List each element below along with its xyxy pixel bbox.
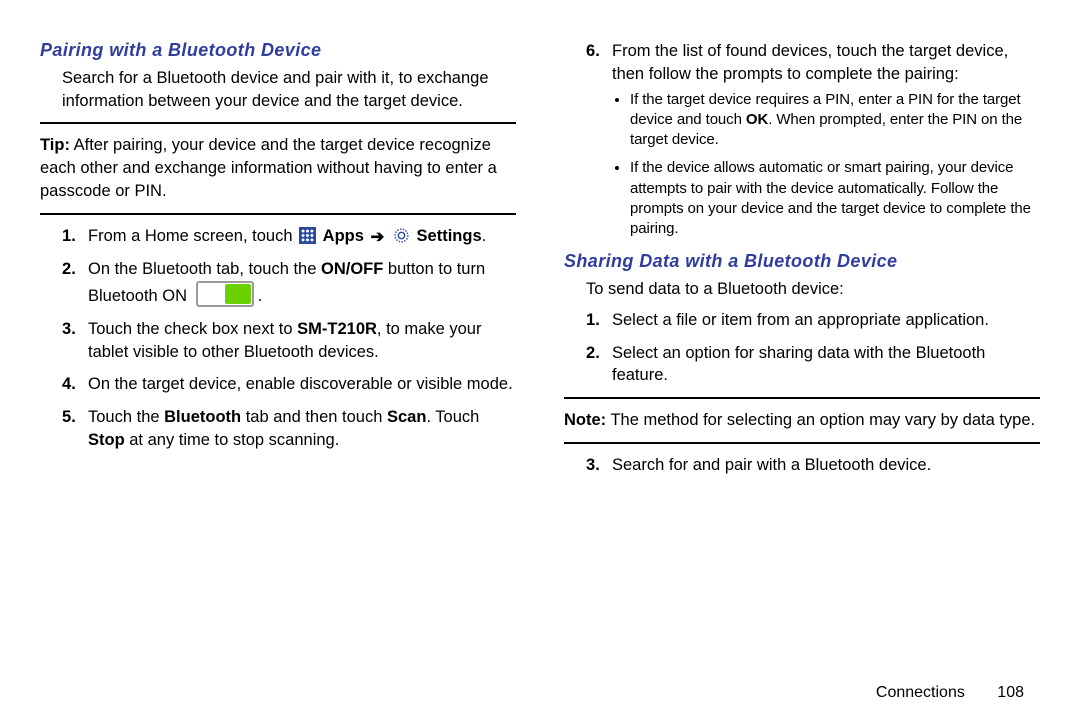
step-6: From the list of found devices, touch th…: [612, 40, 1040, 239]
step-2: On the Bluetooth tab, touch the ON/OFF b…: [88, 258, 516, 308]
page-footer: Connections 108: [40, 684, 1040, 720]
scan-label: Scan: [387, 408, 426, 426]
ok-label: OK: [746, 111, 768, 128]
intro-paragraph: Search for a Bluetooth device and pair w…: [40, 67, 516, 113]
settings-icon: [393, 227, 410, 244]
divider: [40, 213, 516, 215]
note-text: The method for selecting an option may v…: [606, 411, 1035, 429]
pairing-steps: From a Home screen, touch Apps ➔ Setting…: [40, 225, 516, 452]
share-step-3: Search for and pair with a Bluetooth dev…: [612, 454, 1040, 477]
model-label: SM-T210R: [297, 320, 377, 338]
step6-bullets: If the target device requires a PIN, ent…: [612, 90, 1040, 240]
page: Pairing with a Bluetooth Device Search f…: [0, 0, 1080, 720]
stop-label: Stop: [88, 431, 125, 449]
tip-block: Tip: After pairing, your device and the …: [40, 134, 516, 202]
text: From the list of found devices, touch th…: [612, 42, 1008, 83]
divider: [40, 122, 516, 124]
text: at any time to stop scanning.: [125, 431, 340, 449]
step-3: Touch the check box next to SM-T210R, to…: [88, 318, 516, 364]
heading-pairing: Pairing with a Bluetooth Device: [40, 38, 516, 63]
text: tab and then touch: [241, 408, 387, 426]
two-column-layout: Pairing with a Bluetooth Device Search f…: [40, 32, 1040, 684]
pairing-steps-continued: From the list of found devices, touch th…: [564, 40, 1040, 239]
footer-page-number: 108: [997, 684, 1024, 701]
settings-label: Settings: [417, 227, 482, 245]
divider: [564, 397, 1040, 399]
step-4: On the target device, enable discoverabl…: [88, 373, 516, 396]
footer-section: Connections: [876, 684, 965, 701]
note-label: Note:: [564, 411, 606, 429]
share-step-1: Select a file or item from an appropriat…: [612, 309, 1040, 332]
bullet-pin: If the target device requires a PIN, ent…: [630, 90, 1040, 151]
bluetooth-label: Bluetooth: [164, 408, 241, 426]
tip-label: Tip:: [40, 136, 70, 154]
text: On the Bluetooth tab, touch the: [88, 260, 321, 278]
sharing-steps: Select a file or item from an appropriat…: [564, 309, 1040, 387]
note-block: Note: The method for selecting an option…: [564, 409, 1040, 432]
right-column: From the list of found devices, touch th…: [564, 32, 1040, 684]
text: From a Home screen, touch: [88, 227, 297, 245]
divider: [564, 442, 1040, 444]
text: . Touch: [426, 408, 479, 426]
sharing-steps-continued: Search for and pair with a Bluetooth dev…: [564, 454, 1040, 477]
step-5: Touch the Bluetooth tab and then touch S…: [88, 406, 516, 452]
text: Touch the: [88, 408, 164, 426]
toggle-on-icon: [196, 281, 254, 307]
left-column: Pairing with a Bluetooth Device Search f…: [40, 32, 516, 684]
apps-icon: [299, 227, 316, 244]
step-1: From a Home screen, touch Apps ➔ Setting…: [88, 225, 516, 249]
bullet-smart-pair: If the device allows automatic or smart …: [630, 158, 1040, 239]
apps-label: Apps: [323, 227, 364, 245]
heading-sharing: Sharing Data with a Bluetooth Device: [564, 249, 1040, 274]
share-step-2: Select an option for sharing data with t…: [612, 342, 1040, 388]
onoff-label: ON/OFF: [321, 260, 383, 278]
tip-text: After pairing, your device and the targe…: [40, 136, 497, 200]
sharing-intro: To send data to a Bluetooth device:: [564, 278, 1040, 301]
text: .: [482, 227, 487, 245]
arrow-right-icon: ➔: [371, 226, 385, 249]
text: .: [258, 287, 263, 305]
text: Touch the check box next to: [88, 320, 297, 338]
